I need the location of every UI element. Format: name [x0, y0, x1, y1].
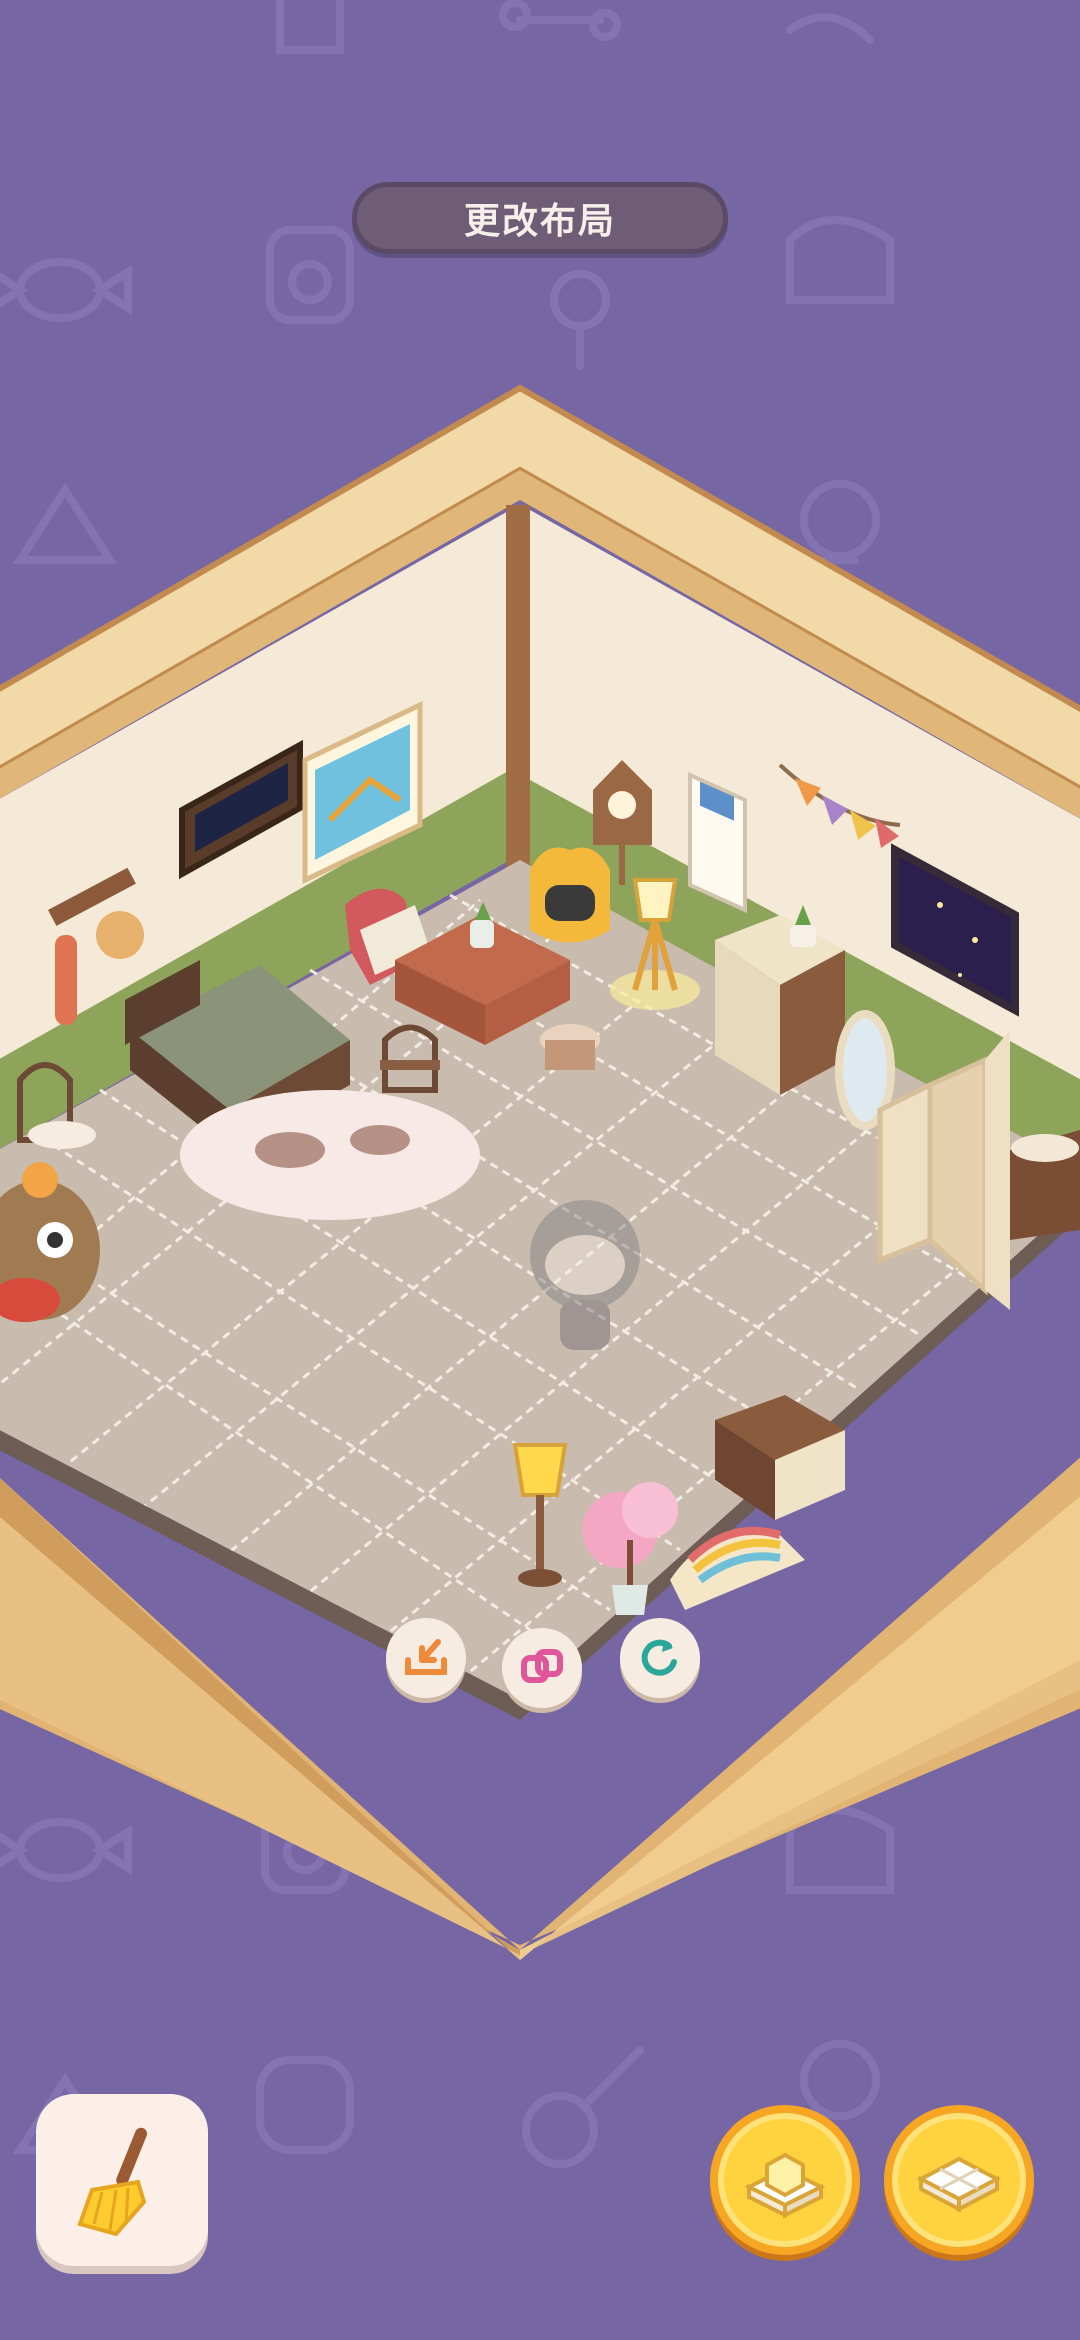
- page-title: 更改布局: [463, 201, 616, 242]
- store-item-button[interactable]: [386, 1618, 466, 1698]
- tray-arrow-icon: [405, 1639, 447, 1675]
- rotate-item-button[interactable]: [620, 1618, 700, 1698]
- overlap-squares-icon: [521, 1649, 563, 1683]
- furniture-block-icon: [744, 2152, 826, 2219]
- floor-mode-button[interactable]: [884, 2105, 1034, 2255]
- furniture-mode-button[interactable]: [710, 2105, 860, 2255]
- broom-icon: [77, 2127, 147, 2237]
- round-stool[interactable]: [540, 1024, 600, 1070]
- calendar[interactable]: [688, 771, 747, 914]
- clean-button[interactable]: [36, 2094, 208, 2266]
- corner-post: [506, 505, 530, 875]
- floor-tile-icon: [916, 2156, 1002, 2213]
- washbasin[interactable]: [1010, 1130, 1080, 1240]
- swap-item-button[interactable]: [502, 1628, 582, 1708]
- room-scene[interactable]: [0, 0, 1080, 2340]
- rotate-arrow-icon: [641, 1639, 677, 1676]
- room-editor-screen: 更改布局: [0, 0, 1080, 2340]
- cat-tv[interactable]: [530, 847, 610, 943]
- header-pill: 更改布局: [352, 182, 728, 254]
- cow-rug: [180, 1090, 480, 1220]
